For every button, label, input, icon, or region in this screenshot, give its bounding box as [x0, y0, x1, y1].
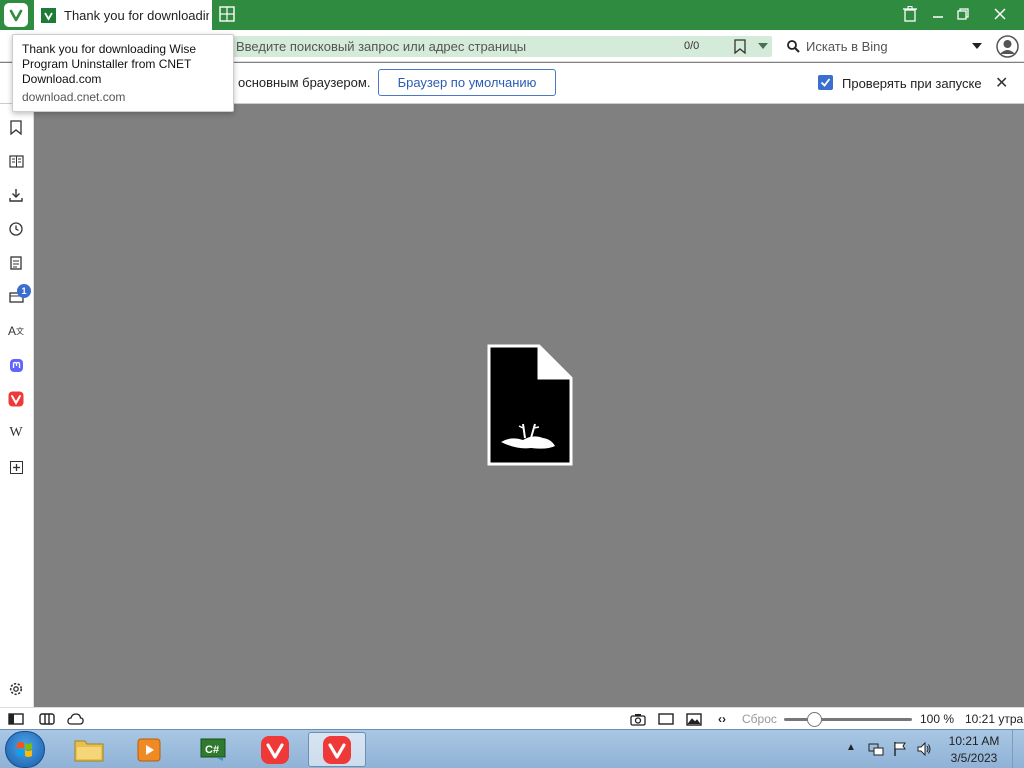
- taskbar-vivaldi[interactable]: [246, 732, 304, 767]
- vivaldi-logo-icon: [9, 9, 23, 22]
- download-icon[interactable]: [7, 186, 25, 204]
- history-icon[interactable]: [7, 220, 25, 238]
- show-hidden-icons-icon[interactable]: ▲: [846, 742, 856, 753]
- close-window-button[interactable]: [987, 3, 1013, 25]
- url-input[interactable]: Введите поисковый запрос или адрес стран…: [236, 36, 656, 57]
- search-engine-dropdown-icon[interactable]: [972, 43, 982, 49]
- panel-toggle-icon[interactable]: [7, 711, 25, 727]
- volume-icon[interactable]: [916, 741, 932, 757]
- svg-text:C#: C#: [205, 744, 219, 756]
- sync-cloud-icon[interactable]: [66, 711, 84, 727]
- vivaldi-icon[interactable]: [7, 390, 25, 408]
- status-bar: ‹› Сброс 100 % 10:21 утра: [0, 707, 1024, 729]
- tooltip-url: download.cnet.com: [22, 90, 126, 104]
- zoom-reset-button[interactable]: Сброс: [742, 712, 777, 726]
- zoom-value: 100 %: [920, 712, 955, 726]
- search-field[interactable]: Искать в Bing: [782, 36, 988, 57]
- minimize-button[interactable]: [925, 3, 951, 25]
- media-player-icon: [137, 738, 161, 761]
- tab-count-badge: 1: [17, 284, 31, 298]
- csharp-icon: C#: [200, 738, 226, 761]
- tab-tiling-icon[interactable]: [218, 5, 236, 23]
- profile-avatar-icon[interactable]: [996, 35, 1019, 58]
- reading-list-icon[interactable]: [7, 152, 25, 170]
- settings-icon[interactable]: [7, 680, 25, 698]
- broken-page-icon: [487, 344, 573, 466]
- find-counter: 0/0: [684, 40, 700, 52]
- restore-button[interactable]: [950, 3, 976, 25]
- tab-bar: Thank you for downloading: [0, 0, 1024, 30]
- bookmark-page-icon[interactable]: [733, 39, 747, 54]
- camera-icon[interactable]: [629, 711, 647, 727]
- taskbar-media-player[interactable]: [120, 732, 178, 767]
- chevron-down-icon[interactable]: [758, 43, 768, 49]
- taskbar-explorer[interactable]: [60, 732, 118, 767]
- taskbar-vivaldi-active[interactable]: [308, 732, 366, 767]
- add-panel-icon[interactable]: [7, 458, 25, 476]
- tile-tabs-icon[interactable]: [38, 711, 56, 727]
- tab-active[interactable]: Thank you for downloading: [34, 0, 212, 30]
- vivaldi-menu-button[interactable]: [4, 3, 28, 27]
- vivaldi-taskbar-icon: [323, 735, 351, 764]
- bookmark-icon[interactable]: [7, 118, 25, 136]
- search-icon[interactable]: [786, 39, 802, 55]
- status-clock[interactable]: 10:21 утра: [965, 712, 1023, 726]
- cnet-favicon-icon: [41, 7, 56, 23]
- image-toggle-icon[interactable]: [685, 711, 703, 727]
- check-on-startup-checkbox[interactable]: [818, 75, 833, 90]
- folder-icon: [74, 740, 104, 761]
- check-on-startup-label: Проверять при запуске: [842, 76, 982, 91]
- taskbar-csharp-app[interactable]: C#: [184, 732, 242, 767]
- page-tiling-icon[interactable]: [657, 711, 675, 727]
- close-notification-icon[interactable]: ✕: [995, 73, 1008, 93]
- action-center-flag-icon[interactable]: [892, 741, 908, 757]
- tooltip-title: Thank you for downloading Wise Program U…: [22, 42, 197, 86]
- taskbar-time[interactable]: 10:21 AM: [946, 734, 1002, 748]
- windows-taskbar: C# ▲ 10:21 AM 3/5/2023: [0, 729, 1024, 768]
- taskbar-date[interactable]: 3/5/2023: [946, 751, 1002, 765]
- search-input[interactable]: Искать в Bing: [806, 36, 888, 57]
- notes-icon[interactable]: [7, 254, 25, 272]
- windows-logo-icon: [17, 742, 32, 757]
- set-default-browser-button[interactable]: Браузер по умолчанию: [378, 69, 556, 96]
- tab-tooltip: Thank you for downloading Wise Program U…: [12, 34, 234, 112]
- start-button[interactable]: [5, 731, 45, 768]
- trash-icon[interactable]: [897, 3, 923, 25]
- zoom-slider-handle[interactable]: [807, 712, 823, 727]
- vivaldi-taskbar-icon: [261, 735, 289, 764]
- mastodon-icon[interactable]: [7, 356, 25, 374]
- network-icon[interactable]: [868, 741, 884, 757]
- notification-text: основным браузером.: [238, 75, 371, 90]
- page-actions-icon[interactable]: ‹›: [713, 711, 731, 727]
- tab-title: Thank you for downloading: [64, 7, 209, 23]
- translate-icon[interactable]: A文: [7, 322, 25, 340]
- zoom-slider[interactable]: [784, 712, 912, 727]
- address-field[interactable]: Введите поисковый запрос или адрес стран…: [228, 36, 772, 57]
- side-panel-bar: 1 A文 W: [0, 104, 34, 707]
- page-content: [34, 104, 1024, 707]
- show-desktop-button[interactable]: [1012, 730, 1024, 768]
- wikipedia-icon[interactable]: W: [7, 424, 25, 442]
